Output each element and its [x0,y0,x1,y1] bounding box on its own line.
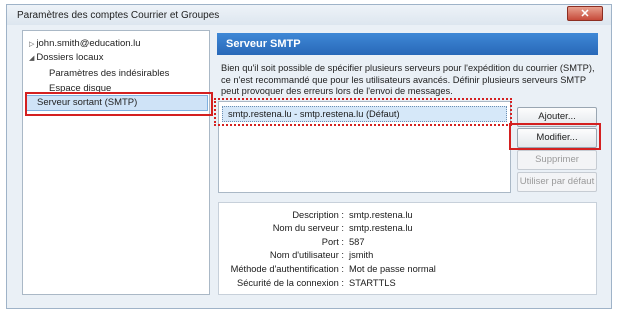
title-bar: Paramètres des comptes Courrier et Group… [7,5,611,25]
detail-row: Description : smtp.restena.lu [219,210,598,223]
detail-value: Mot de passe normal [349,264,436,274]
detail-label: Nom d'utilisateur : [269,250,344,260]
detail-label: Méthode d'authentification : [230,264,344,274]
tree-item-account[interactable]: ▷ john.smith@education.lu [29,38,141,49]
panel-description: Bien qu'il soit possible de spécifier pl… [221,63,595,96]
detail-row: Port : 587 [219,237,598,250]
highlight-box-outgoing-server [25,92,213,116]
account-tree[interactable]: ▷ john.smith@education.lu ◢ Dossiers locau… [22,30,210,295]
detail-row: Méthode d'authentification : Mot de pass… [219,264,598,277]
detail-value: smtp.restena.lu [349,210,413,220]
detail-value: 587 [349,237,365,247]
detail-row: Nom du serveur : smtp.restena.lu [219,223,598,236]
tree-item-local-folders[interactable]: ◢ Dossiers locaux [29,52,103,63]
highlight-box-modify [509,123,601,150]
detail-label: Sécurité de la connexion : [237,278,344,288]
panel-title: Serveur SMTP [217,33,598,55]
delete-button[interactable]: Supprimer [517,150,597,170]
tree-item-label: john.smith@education.lu [36,38,141,49]
detail-row: Sécurité de la connexion : STARTTLS [219,278,598,291]
tree-item-label: Dossiers locaux [36,52,104,63]
detail-label: Port : [321,237,344,247]
detail-value: jsmith [349,250,374,260]
detail-value: STARTTLS [349,278,396,288]
server-details: Description : smtp.restena.lu Nom du ser… [218,202,597,295]
set-default-button[interactable]: Utiliser par défaut [517,172,597,192]
expand-arrow-icon[interactable]: ▷ [29,41,34,48]
close-button[interactable]: ✕ [567,6,603,21]
highlight-box-server [214,98,512,126]
window-title: Paramètres des comptes Courrier et Group… [17,10,220,21]
detail-label: Description : [292,210,344,220]
collapse-arrow-icon[interactable]: ◢ [29,55,34,62]
detail-row: Nom d'utilisateur : jsmith [219,250,598,263]
detail-value: smtp.restena.lu [349,223,413,233]
tree-item-junk-settings[interactable]: Paramètres des indésirables [49,68,169,79]
detail-label: Nom du serveur : [272,223,344,233]
